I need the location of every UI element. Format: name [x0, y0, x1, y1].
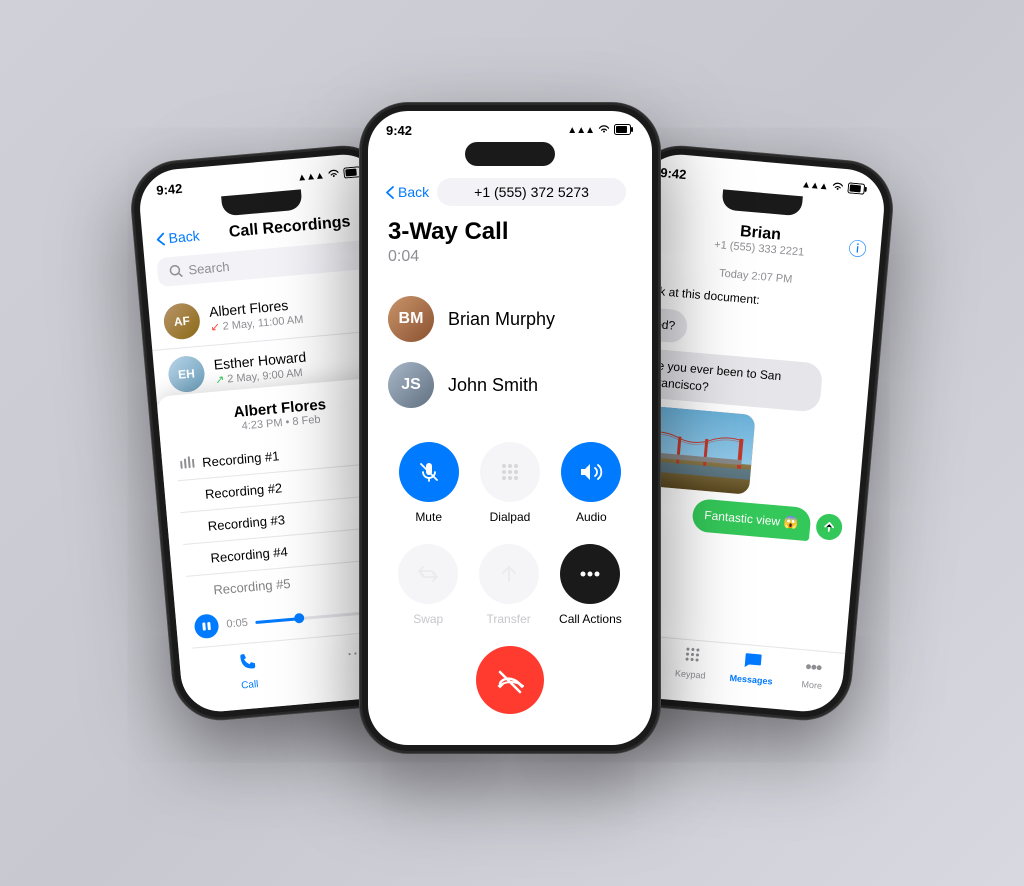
left-time: 9:42	[156, 181, 183, 198]
center-caller-2: JS John Smith	[368, 352, 652, 418]
recording-bars-icon-1	[180, 455, 195, 472]
call-icon	[237, 651, 259, 678]
recording-icon-4	[189, 559, 203, 560]
end-call-button[interactable]	[476, 646, 544, 714]
more-dots-icon: •••	[804, 656, 822, 678]
center-callers: BM Brian Murphy JS John Smith	[368, 286, 652, 418]
right-status-icons: ▲▲▲	[801, 178, 869, 198]
mute-button[interactable]: Mute	[399, 442, 459, 524]
center-back-label: Back	[398, 184, 429, 200]
right-time: 9:42	[660, 165, 687, 182]
left-wifi-icon	[327, 168, 340, 182]
center-caller-name-1: Brian Murphy	[448, 309, 555, 330]
right-battery-icon	[847, 182, 868, 198]
left-contact-info-1: Albert Flores ↙ 2 May, 11:00 AM	[208, 289, 380, 334]
center-dynamic-island	[465, 142, 555, 166]
mute-icon	[399, 442, 459, 502]
call-actions-label: Call Actions	[559, 612, 622, 626]
right-nav-keypad[interactable]: Keypad	[659, 644, 723, 682]
progress-thumb	[294, 613, 305, 624]
center-caller-name-2: John Smith	[448, 375, 538, 396]
right-nav-more[interactable]: ••• More	[781, 654, 845, 692]
center-battery-icon	[614, 124, 634, 138]
left-title: Call Recordings	[207, 211, 373, 243]
left-arrow-out-icon: ↗	[215, 373, 225, 387]
center-call-controls: Mute	[368, 418, 652, 730]
center-wifi-icon	[598, 124, 610, 137]
recording-item-label-4: Recording #4	[210, 544, 288, 566]
phones-container: 9:42 ▲▲▲ Back Call R	[122, 73, 902, 813]
center-back-button[interactable]: Back	[386, 184, 429, 200]
messages-icon	[743, 651, 763, 673]
left-arrow-in-icon: ↙	[210, 320, 220, 334]
right-nav-keypad-label: Keypad	[675, 668, 706, 681]
recording-icon-2	[183, 495, 197, 496]
swap-button[interactable]: Swap	[398, 544, 458, 626]
right-nav-messages-label: Messages	[729, 673, 773, 687]
left-avatar-1: AF	[162, 302, 201, 341]
dialpad-button[interactable]: Dialpad	[480, 442, 540, 524]
center-avatar-1: BM	[388, 296, 434, 342]
progress-fill	[256, 617, 300, 624]
transfer-icon	[479, 544, 539, 604]
swap-label: Swap	[413, 612, 443, 626]
left-search-placeholder: Search	[188, 259, 230, 278]
dialpad-icon	[480, 442, 540, 502]
recording-icon-3	[186, 527, 200, 528]
center-avatar-2: JS	[388, 362, 434, 408]
left-status-icons: ▲▲▲	[297, 165, 365, 185]
recording-item-label-5: Recording #5	[213, 576, 291, 598]
left-nav-call[interactable]: Call	[193, 647, 304, 695]
recording-item-label-1: Recording #1	[202, 448, 280, 470]
right-contact-block: Brian +1 (555) 333 2221	[670, 217, 850, 262]
left-nav-call-label: Call	[241, 679, 259, 691]
player-time: 0:05	[226, 617, 248, 631]
recording-icon-5	[192, 591, 206, 592]
sent-indicator	[815, 513, 843, 541]
right-signal-icon: ▲▲▲	[801, 179, 829, 192]
left-avatar-2: EH	[167, 355, 206, 394]
center-call-title: 3-Way Call	[368, 218, 652, 246]
center-nav: Back +1 (555) 372 5273	[368, 174, 652, 218]
transfer-button[interactable]: Transfer	[479, 544, 539, 626]
left-back-button[interactable]: Back	[156, 227, 200, 247]
center-controls-row2: Swap Transfer	[388, 544, 632, 626]
message-bubble-2: ve you ever been to San Francisco?	[637, 348, 824, 413]
right-wifi-icon	[831, 181, 844, 195]
dialpad-label: Dialpad	[490, 510, 531, 524]
right-nav-messages[interactable]: Messages	[720, 649, 784, 687]
center-phone: 9:42 ▲▲▲ Back +1 (55	[360, 103, 660, 753]
center-call-duration: 0:04	[368, 248, 652, 266]
call-actions-icon	[560, 544, 620, 604]
center-time: 9:42	[386, 123, 412, 138]
keypad-icon	[683, 646, 701, 668]
call-actions-button[interactable]: Call Actions	[559, 544, 622, 626]
center-phone-number: +1 (555) 372 5273	[437, 178, 626, 206]
sent-bubble: Fantastic view 😱	[691, 498, 812, 541]
right-nav-more-label: More	[801, 679, 822, 691]
audio-button[interactable]: Audio	[561, 442, 621, 524]
center-status-icons: ▲▲▲	[567, 124, 634, 138]
recording-item-label-3: Recording #3	[207, 512, 285, 534]
center-signal-icon: ▲▲▲	[567, 125, 594, 136]
pause-button[interactable]	[194, 613, 220, 639]
center-controls-row1: Mute	[388, 442, 632, 524]
transfer-label: Transfer	[487, 612, 531, 626]
center-phone-screen: 9:42 ▲▲▲ Back +1 (55	[368, 111, 652, 745]
recording-item-label-2: Recording #2	[204, 480, 282, 502]
center-caller-1: BM Brian Murphy	[368, 286, 652, 352]
audio-label: Audio	[576, 510, 607, 524]
mute-label: Mute	[415, 510, 442, 524]
audio-icon	[561, 442, 621, 502]
swap-icon	[398, 544, 458, 604]
left-back-label: Back	[168, 227, 200, 246]
info-button[interactable]: ⓘ	[847, 235, 867, 262]
left-signal-icon: ▲▲▲	[297, 170, 325, 183]
center-status-bar: 9:42 ▲▲▲	[368, 111, 652, 142]
